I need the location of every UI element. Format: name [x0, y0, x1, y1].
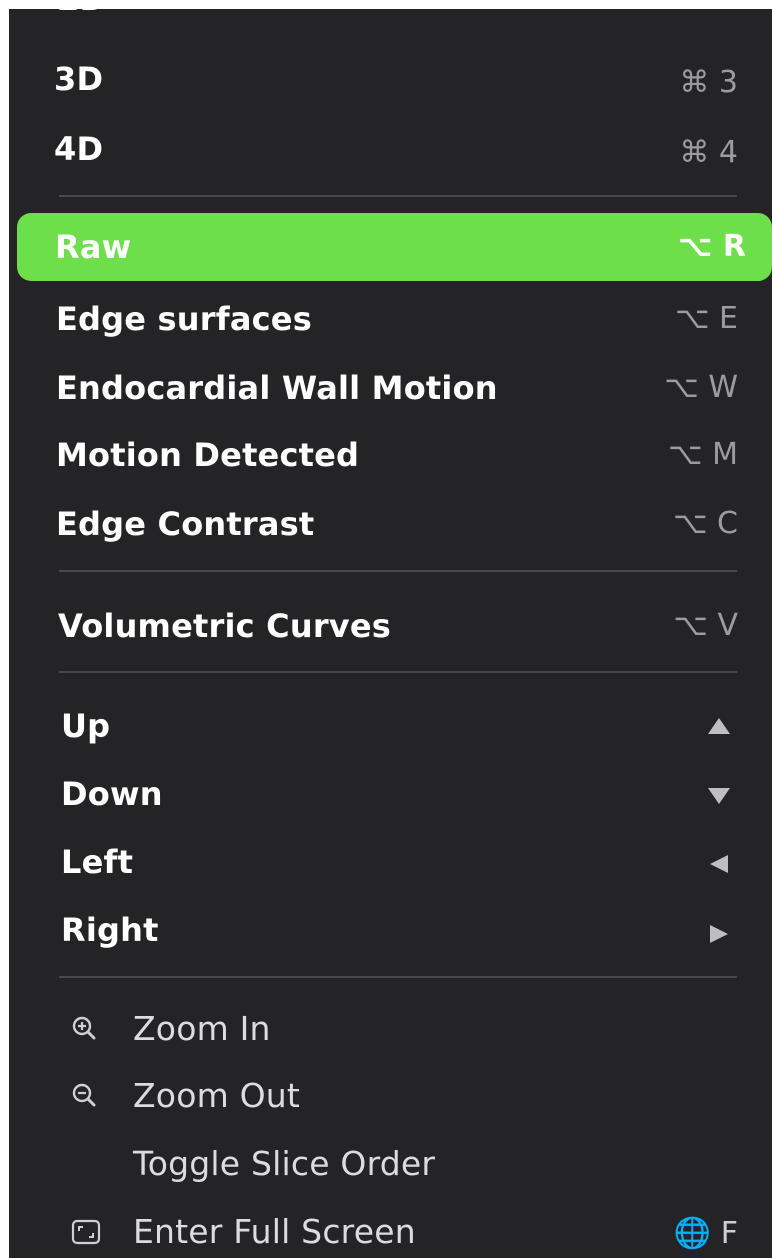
- zoom-in-icon: [71, 1015, 97, 1041]
- menu-item-right[interactable]: Right: [9, 905, 772, 955]
- zoom-out-icon: [71, 1082, 97, 1108]
- menu-item-label: Zoom In: [133, 1009, 271, 1048]
- menu-item-label: 2D: [57, 9, 106, 19]
- menu-item-shortcut: 🌐 F: [673, 1216, 738, 1251]
- menu-item-down[interactable]: Down: [9, 769, 772, 819]
- menu-item-volumetric-curves[interactable]: Volumetric Curves ⌥ V: [9, 601, 772, 651]
- menu-item-shortcut: ⌥ R: [677, 229, 746, 264]
- fullscreen-icon: [71, 1219, 101, 1245]
- menu-item-raw[interactable]: Raw ⌥ R: [17, 213, 772, 281]
- menu-item-label: Motion Detected: [56, 436, 360, 474]
- menu-item-shortcut: ⌘ 3: [679, 65, 738, 100]
- menu-separator: [59, 570, 737, 572]
- menu-separator: [59, 976, 737, 978]
- right-arrow-icon: [710, 925, 728, 943]
- menu-item-zoom-in[interactable]: Zoom In: [9, 1004, 772, 1054]
- context-menu: 2D ⌘ 2 3D ⌘ 3 4D ⌘ 4 Raw ⌥ R Edge surfac…: [9, 9, 772, 1258]
- menu-separator: [59, 671, 737, 673]
- menu-item-label: Zoom Out: [133, 1076, 301, 1115]
- menu-item-label: 3D: [54, 60, 104, 98]
- menu-item-zoom-out[interactable]: Zoom Out: [9, 1071, 772, 1121]
- menu-item-label: Raw: [55, 228, 132, 266]
- menu-separator: [59, 195, 737, 197]
- left-arrow-icon: [710, 855, 728, 873]
- menu-item-label: Right: [61, 911, 159, 949]
- menu-item-endocardial-wall-motion[interactable]: Endocardial Wall Motion ⌥ W: [9, 363, 772, 413]
- menu-item-4d[interactable]: 4D ⌘ 4: [9, 125, 772, 173]
- menu-item-enter-full-screen[interactable]: Enter Full Screen 🌐 F: [9, 1207, 772, 1257]
- menu-item-label: Left: [61, 843, 134, 881]
- menu-item-shortcut: ⌥ W: [664, 370, 738, 405]
- menu-item-shortcut: ⌘ 2: [679, 9, 738, 19]
- menu-item-toggle-slice-order[interactable]: Toggle Slice Order: [9, 1139, 772, 1189]
- menu-item-3d[interactable]: 3D ⌘ 3: [9, 55, 772, 103]
- menu-item-up[interactable]: Up: [9, 701, 772, 751]
- menu-item-label: Down: [61, 775, 163, 813]
- menu-item-shortcut: ⌥ V: [673, 608, 738, 643]
- menu-item-left[interactable]: Left: [9, 837, 772, 887]
- menu-item-shortcut: ⌥ M: [668, 437, 738, 472]
- menu-item-edge-surfaces[interactable]: Edge surfaces ⌥ E: [9, 294, 772, 344]
- menu-item-label: Endocardial Wall Motion: [56, 369, 498, 407]
- menu-item-label: Edge surfaces: [56, 300, 312, 338]
- menu-item-edge-contrast[interactable]: Edge Contrast ⌥ C: [9, 499, 772, 549]
- menu-item-label: Toggle Slice Order: [133, 1144, 436, 1183]
- up-arrow-icon: [708, 718, 730, 734]
- down-arrow-icon: [708, 788, 730, 804]
- menu-item-motion-detected[interactable]: Motion Detected ⌥ M: [9, 430, 772, 480]
- menu-item-label: Up: [61, 707, 111, 745]
- menu-item-label: Enter Full Screen: [133, 1212, 416, 1251]
- menu-item-shortcut: ⌥ C: [672, 506, 738, 541]
- menu-item-2d[interactable]: 2D ⌘ 2: [9, 9, 772, 21]
- menu-item-label: Edge Contrast: [56, 505, 315, 543]
- menu-item-shortcut: ⌥ E: [674, 301, 738, 336]
- menu-item-shortcut: ⌘ 4: [679, 135, 738, 170]
- menu-item-label: 4D: [54, 130, 104, 168]
- menu-item-label: Volumetric Curves: [58, 607, 392, 645]
